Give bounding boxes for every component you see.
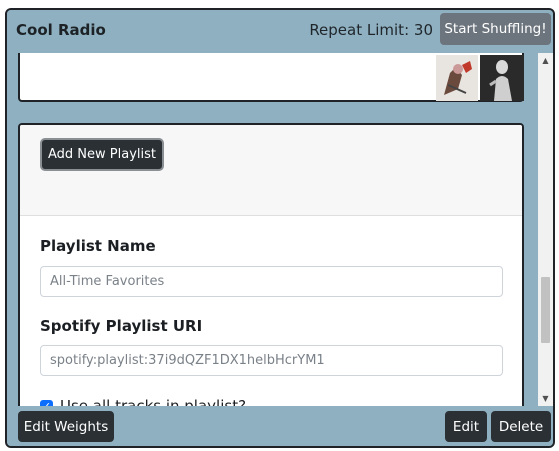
playlist-name-input[interactable] [40,266,503,297]
start-shuffling-button[interactable]: Start Shuffling! [440,13,551,45]
edit-button[interactable]: Edit [445,411,487,442]
app-title: Cool Radio [16,21,106,39]
footer-bar: Edit Weights Edit Delete [7,406,553,446]
app-window: Cool Radio Repeat Limit: 30 Start Shuffl… [5,8,555,448]
use-all-tracks-row: ✓ Use all tracks in playlist? [40,397,246,406]
scroll-up-arrow-icon[interactable]: ▲ [538,53,553,68]
repeat-limit-label: Repeat Limit: [309,21,410,39]
scroll-down-arrow-icon[interactable]: ▼ [538,391,553,406]
album-art-thumbnail [480,55,524,101]
scrollbar-thumb[interactable] [541,277,550,343]
album-art-thumbnail [436,55,478,101]
playlist-name-label: Playlist Name [40,237,156,255]
card-header: Add New Playlist [20,125,522,216]
scroll-area[interactable]: Add New Playlist Playlist Name Spotify P… [7,53,553,406]
repeat-limit: Repeat Limit: 30 [309,21,433,39]
vertical-scrollbar[interactable]: ▲ ▼ [538,53,553,406]
delete-button[interactable]: Delete [491,411,551,442]
edit-weights-button[interactable]: Edit Weights [18,411,114,442]
previous-playlist-card [18,53,524,102]
add-new-playlist-button[interactable]: Add New Playlist [40,138,164,171]
header-bar: Cool Radio Repeat Limit: 30 Start Shuffl… [7,10,553,53]
use-all-tracks-label: Use all tracks in playlist? [60,397,247,406]
spotify-uri-input[interactable] [40,345,503,376]
repeat-limit-value: 30 [413,21,433,39]
spotify-uri-label: Spotify Playlist URI [40,317,203,335]
new-playlist-card: Add New Playlist Playlist Name Spotify P… [18,123,524,406]
